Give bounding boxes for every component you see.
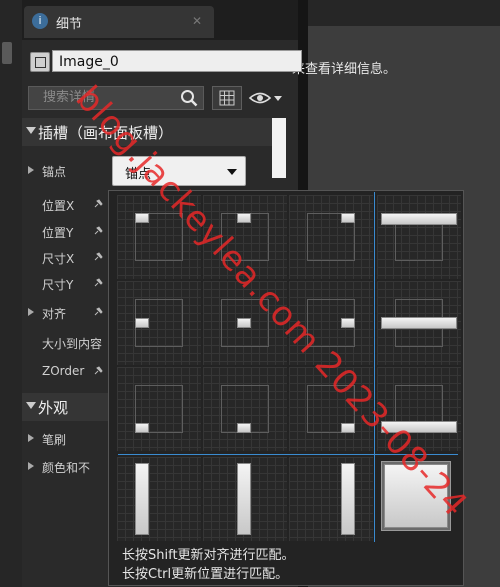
grid-icon xyxy=(219,90,235,106)
anchor-widget-marker xyxy=(135,423,149,433)
anchor-widget-marker xyxy=(381,317,457,329)
anchor-widget-marker xyxy=(135,318,149,328)
row-pos-y-label: 位置Y xyxy=(42,226,74,240)
eye-icon[interactable] xyxy=(248,88,284,108)
collapsed-handle[interactable] xyxy=(2,42,12,64)
shift-hint: 长按Shift更新对齐进行匹配。 xyxy=(122,548,295,563)
ctrl-hint: 长按Ctrl更新位置进行匹配。 xyxy=(122,567,289,582)
row-size-y-label: 尺寸Y xyxy=(42,278,74,292)
anchor-widget-marker xyxy=(135,463,149,535)
row-size-to-content-label: 大小到内容 xyxy=(42,337,103,351)
anchor-widget-marker xyxy=(135,213,149,223)
search-icon[interactable] xyxy=(180,89,198,107)
close-icon[interactable]: ✕ xyxy=(192,14,202,28)
image-widget-icon xyxy=(30,52,50,72)
pin-icon[interactable] xyxy=(94,199,103,208)
anchor-preset-stretch-center[interactable] xyxy=(203,457,287,541)
anchor-preset-top-right[interactable] xyxy=(289,195,373,279)
chevron-down-icon xyxy=(227,169,237,175)
widget-name-field[interactable]: Image_0 xyxy=(52,50,302,72)
row-zorder-label: ZOrder xyxy=(42,364,85,378)
anchor-preset-bottom-left[interactable] xyxy=(117,367,201,451)
anchor-widget-marker xyxy=(237,213,251,223)
viewport-header xyxy=(308,0,500,26)
magnifier-icon: i xyxy=(32,13,48,29)
anchor-widget-marker xyxy=(381,213,457,225)
scrollbar[interactable] xyxy=(272,118,286,178)
select-object-hint: 来查看详细信息。 xyxy=(292,62,397,77)
anchor-widget-marker xyxy=(341,463,355,535)
row-size-x-label: 尺寸X xyxy=(42,252,75,266)
row-alignment-label: 对齐 xyxy=(42,307,67,321)
anchor-picker-popup xyxy=(108,190,464,586)
row-anchors-label: 锚点 xyxy=(42,165,67,179)
property-matrix-button[interactable] xyxy=(212,86,242,110)
anchor-widget-marker xyxy=(341,213,355,223)
anchor-widget-marker xyxy=(237,463,251,535)
anchor-preset-stretch-left[interactable] xyxy=(117,457,201,541)
expand-icon[interactable] xyxy=(28,462,34,470)
guide-line-vertical xyxy=(374,192,375,542)
anchor-widget-marker xyxy=(341,423,355,433)
anchor-preset-stretch-right[interactable] xyxy=(289,457,373,541)
tab-details[interactable]: i 细节 ✕ xyxy=(24,6,214,38)
collapse-icon xyxy=(26,127,36,134)
expand-icon[interactable] xyxy=(28,308,34,316)
anchor-widget-marker xyxy=(237,318,251,328)
pin-icon[interactable] xyxy=(94,307,103,316)
anchor-preset-middle-stretch[interactable] xyxy=(377,281,461,365)
anchor-widget-marker xyxy=(341,318,355,328)
tab-title: 细节 xyxy=(56,17,83,32)
anchor-widget-marker xyxy=(237,423,251,433)
left-panel-strip xyxy=(0,0,23,587)
section-appearance-label: 外观 xyxy=(38,399,69,417)
collapse-icon xyxy=(26,402,36,409)
anchor-preset-bottom-center[interactable] xyxy=(203,367,287,451)
expand-icon[interactable] xyxy=(28,434,34,442)
anchor-preset-middle-left[interactable] xyxy=(117,281,201,365)
expand-icon[interactable] xyxy=(28,166,34,174)
pin-icon[interactable] xyxy=(94,278,103,287)
row-brush-label: 笔刷 xyxy=(42,433,67,447)
pin-icon[interactable] xyxy=(94,226,103,235)
pin-icon[interactable] xyxy=(94,366,103,375)
pin-icon[interactable] xyxy=(94,252,103,261)
row-color-opacity-label: 颜色和不 xyxy=(42,461,91,475)
row-pos-x-label: 位置X xyxy=(42,199,75,213)
anchor-preset-top-stretch[interactable] xyxy=(377,195,461,279)
